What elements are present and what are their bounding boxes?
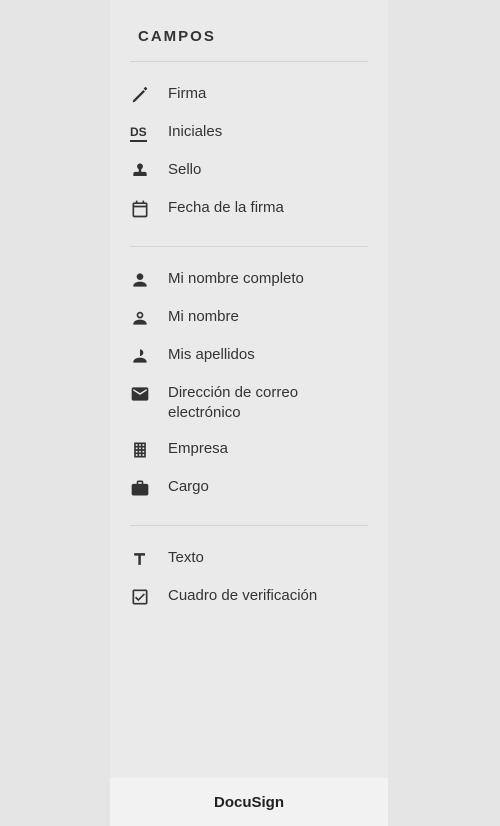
field-label: Mis apellidos bbox=[168, 345, 368, 365]
field-label: Sello bbox=[168, 160, 368, 180]
field-label: Empresa bbox=[168, 439, 368, 459]
briefcase-icon bbox=[130, 477, 158, 499]
docusign-logo: DocuSign bbox=[214, 794, 284, 811]
field-group-personal: Mi nombre completo Mi nombre Mis apellid… bbox=[110, 247, 388, 525]
building-icon bbox=[130, 439, 158, 461]
field-label: Mi nombre bbox=[168, 307, 368, 327]
field-label: Cargo bbox=[168, 477, 368, 497]
field-full-name[interactable]: Mi nombre completo bbox=[130, 261, 368, 299]
checkbox-icon bbox=[130, 586, 158, 608]
field-signature[interactable]: Firma bbox=[130, 76, 368, 114]
envelope-icon bbox=[130, 383, 158, 405]
field-group-signature: Firma DS Iniciales Sello Fecha de la fir… bbox=[110, 62, 388, 246]
field-label: Dirección de correo electrónico bbox=[168, 383, 368, 423]
panel-heading: CAMPOS bbox=[110, 0, 388, 61]
field-group-input: Texto Cuadro de verificación bbox=[110, 526, 388, 634]
field-email[interactable]: Dirección de correo electrónico bbox=[130, 375, 368, 431]
field-text[interactable]: Texto bbox=[130, 540, 368, 578]
text-icon bbox=[130, 548, 158, 570]
pen-icon bbox=[130, 84, 158, 106]
field-company[interactable]: Empresa bbox=[130, 431, 368, 469]
field-label: Firma bbox=[168, 84, 368, 104]
field-label: Cuadro de verificación bbox=[168, 586, 368, 606]
stamp-icon bbox=[130, 160, 158, 182]
field-last-name[interactable]: Mis apellidos bbox=[130, 337, 368, 375]
field-label: Iniciales bbox=[168, 122, 368, 142]
field-first-name[interactable]: Mi nombre bbox=[130, 299, 368, 337]
field-initials[interactable]: DS Iniciales bbox=[130, 114, 368, 152]
footer: DocuSign bbox=[110, 778, 388, 826]
fields-panel: CAMPOS Firma DS Iniciales Sello Fech bbox=[110, 0, 388, 826]
field-label: Texto bbox=[168, 548, 368, 568]
person-outline-icon bbox=[130, 307, 158, 329]
field-label: Fecha de la firma bbox=[168, 198, 368, 218]
person-icon bbox=[130, 269, 158, 291]
field-date-signed[interactable]: Fecha de la firma bbox=[130, 190, 368, 228]
field-checkbox[interactable]: Cuadro de verificación bbox=[130, 578, 368, 616]
field-title[interactable]: Cargo bbox=[130, 469, 368, 507]
field-stamp[interactable]: Sello bbox=[130, 152, 368, 190]
field-label: Mi nombre completo bbox=[168, 269, 368, 289]
calendar-icon bbox=[130, 198, 158, 220]
initials-icon: DS bbox=[130, 122, 158, 144]
person-half-icon bbox=[130, 345, 158, 367]
